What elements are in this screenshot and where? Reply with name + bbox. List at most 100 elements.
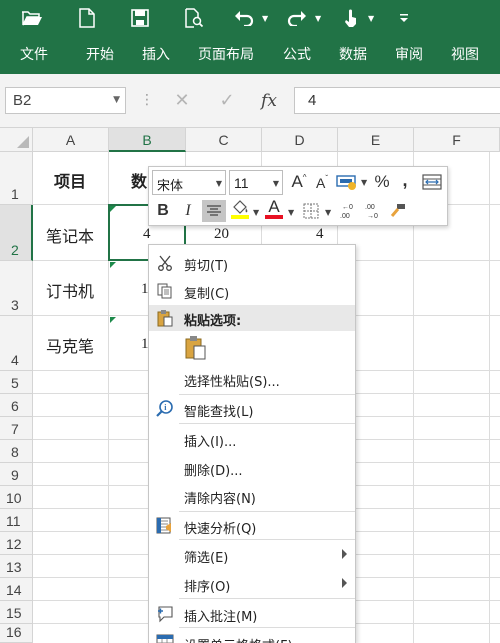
menu-item-filter[interactable]: 筛选(E) [149, 542, 355, 568]
menu-item-smart-lookup[interactable]: i 智能查找(L) [149, 396, 355, 422]
row-header-12[interactable]: 12 [0, 532, 33, 555]
customize-icon[interactable] [396, 6, 412, 30]
cell-b1[interactable]: 数 [131, 168, 147, 192]
menu-item-clear-contents[interactable]: 清除内容(N) [149, 483, 355, 509]
cancel-icon[interactable]: ✕ [167, 87, 197, 114]
insert-function-icon[interactable]: fx [254, 87, 284, 114]
row-header-9[interactable]: 9 [0, 463, 33, 486]
redo-dropdown-icon[interactable]: ▼ [315, 14, 321, 23]
name-box[interactable]: B2 ▼ [5, 87, 126, 114]
increase-decimal-icon[interactable]: ←0.00 [337, 200, 359, 222]
copy-icon [155, 281, 175, 301]
row-header-10[interactable]: 10 [0, 486, 33, 509]
undo-icon[interactable] [232, 6, 256, 30]
row-header-4[interactable]: 4 [0, 316, 33, 371]
cell-a1[interactable]: 项目 [54, 168, 86, 192]
tab-formulas[interactable]: 公式 [283, 44, 311, 64]
menu-item-cut[interactable]: 剪切(T) [149, 250, 355, 276]
menu-item-insert-comment[interactable]: 插入批注(M) [149, 601, 355, 627]
column-header-f[interactable]: F [414, 128, 500, 152]
accounting-format-icon[interactable] [335, 171, 359, 193]
formula-bar-grip[interactable]: ⋮ [140, 92, 154, 108]
row-header-3[interactable]: 3 [0, 261, 33, 316]
italic-button[interactable]: I [177, 200, 199, 222]
row-header-6[interactable]: 6 [0, 394, 33, 417]
print-preview-icon[interactable] [181, 6, 207, 30]
cell-c2[interactable]: 20 [214, 226, 229, 243]
undo-dropdown-icon[interactable]: ▼ [262, 14, 268, 23]
borders-icon[interactable] [300, 200, 322, 222]
formula-input[interactable]: 4 [294, 87, 500, 114]
row-header-1[interactable]: 1 [0, 152, 33, 205]
menu-item-sort[interactable]: 排序(O) [149, 571, 355, 597]
row-number: 10 [6, 490, 22, 506]
cell-a3[interactable]: 订书机 [46, 278, 94, 302]
menu-item-copy[interactable]: 复制(C) [149, 278, 355, 304]
increase-font-size-button[interactable]: A ^ [289, 171, 309, 193]
redo-icon[interactable] [285, 6, 309, 30]
merge-center-icon[interactable] [420, 171, 444, 193]
save-icon[interactable] [127, 6, 153, 30]
row-header-7[interactable]: 7 [0, 417, 33, 440]
font-color-icon[interactable]: A [263, 197, 285, 219]
column-header-e[interactable]: E [338, 128, 414, 152]
tab-review[interactable]: 审阅 [395, 44, 423, 64]
row-number: 15 [6, 605, 22, 621]
row-header-2[interactable]: 2 [0, 205, 33, 261]
row-number: 3 [11, 297, 19, 313]
tab-page-layout[interactable]: 页面布局 [198, 44, 254, 64]
new-file-icon[interactable] [74, 6, 100, 30]
decrease-decimal-icon[interactable]: .00 →0 [362, 200, 384, 222]
menu-item-format-cells[interactable]: 设置单元格格式(F)... [149, 630, 355, 643]
paste-button-icon[interactable] [184, 335, 208, 361]
cell-d2[interactable]: 4 [316, 226, 324, 243]
column-header-a[interactable]: A [33, 128, 109, 152]
fill-color-icon[interactable] [229, 198, 251, 220]
comma-style-button[interactable]: , [397, 169, 413, 191]
tab-home[interactable]: 开始 [86, 44, 114, 64]
accounting-dropdown-icon[interactable]: ▼ [361, 178, 367, 187]
cell-a4[interactable]: 马克笔 [46, 333, 94, 357]
context-menu: 剪切(T) 复制(C) 粘贴选项: 选择性粘贴(S)... i 智能查找(L) … [148, 244, 356, 643]
font-name-select[interactable]: 宋体 ▼ [152, 170, 226, 195]
percent-style-button[interactable]: % [371, 171, 393, 193]
row-number: 5 [11, 375, 19, 391]
enter-icon[interactable]: ✓ [212, 87, 242, 114]
row-header-8[interactable]: 8 [0, 440, 33, 463]
tab-data[interactable]: 数据 [339, 44, 367, 64]
touch-mode-icon[interactable] [340, 6, 362, 30]
column-header-c[interactable]: C [186, 128, 262, 152]
smart-lookup-icon: i [155, 399, 175, 419]
menu-item-paste-special[interactable]: 选择性粘贴(S)... [149, 366, 355, 392]
row-header-16[interactable]: 16 [0, 624, 33, 643]
menu-item-quick-analysis[interactable]: 快速分析(Q) [149, 513, 355, 539]
font-size-select[interactable]: 11 ▼ [229, 170, 283, 195]
row-header-14[interactable]: 14 [0, 578, 33, 601]
menu-item-delete[interactable]: 删除(D)... [149, 455, 355, 481]
format-painter-icon[interactable] [387, 200, 409, 222]
decrease-font-size-button[interactable]: Aˇ [312, 172, 332, 194]
cell-a2[interactable]: 笔记本 [46, 223, 94, 247]
menu-item-label: 选择性粘贴(S)... [184, 375, 280, 390]
open-folder-icon[interactable] [19, 6, 45, 30]
fill-dropdown-icon[interactable]: ▼ [253, 208, 259, 217]
font-color-dropdown-icon[interactable]: ▼ [288, 208, 294, 217]
menu-item-label: 插入(I)... [184, 435, 237, 450]
tab-file[interactable]: 文件 [20, 44, 48, 64]
column-header-b[interactable]: B [109, 128, 186, 152]
tab-view[interactable]: 视图 [451, 44, 479, 64]
menu-item-insert[interactable]: 插入(I)... [149, 426, 355, 452]
borders-dropdown-icon[interactable]: ▼ [325, 208, 331, 217]
row-header-13[interactable]: 13 [0, 555, 33, 578]
touch-mode-dropdown-icon[interactable]: ▼ [368, 14, 374, 23]
row-header-5[interactable]: 5 [0, 371, 33, 394]
row-header-11[interactable]: 11 [0, 509, 33, 532]
bold-button[interactable]: B [152, 200, 174, 222]
menu-item-label: 粘贴选项: [184, 314, 242, 329]
name-box-dropdown-icon[interactable]: ▼ [113, 95, 120, 105]
row-header-15[interactable]: 15 [0, 601, 33, 624]
select-all-button[interactable] [0, 128, 33, 152]
center-align-icon[interactable] [202, 200, 226, 222]
tab-insert[interactable]: 插入 [142, 44, 170, 64]
column-header-d[interactable]: D [262, 128, 338, 152]
